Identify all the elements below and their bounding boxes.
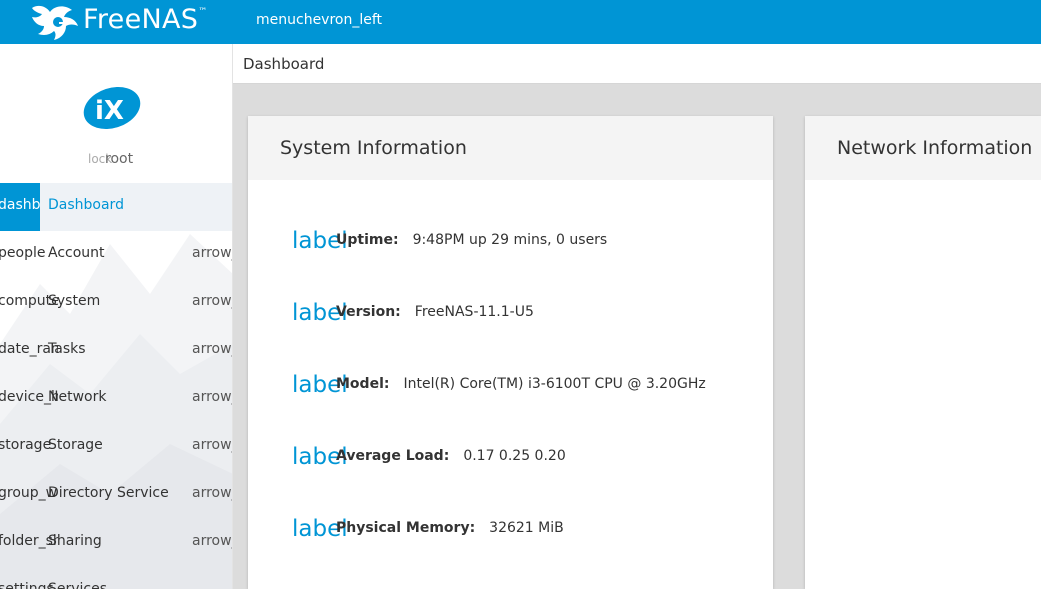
sidebar-item-storage[interactable]: storage Storage arrow_right [0, 423, 232, 471]
sidebar-nav: dashboard Dashboard people Account arrow… [0, 183, 232, 589]
arrow-right-icon: arrow_right [192, 293, 232, 309]
freenas-shark-logo-icon [32, 5, 78, 40]
info-value: Intel(R) Core(TM) i3-6100T CPU @ 3.20GHz [403, 376, 706, 392]
top-bar: FreeNAS™ menuchevron_left [0, 0, 1041, 44]
sidebar-item-directory-service[interactable]: group_work Directory Service arrow_right [0, 471, 232, 519]
sidebar-item-label: Storage [48, 437, 103, 453]
info-value: 9:48PM up 29 mins, 0 users [412, 232, 608, 248]
breadcrumb-current[interactable]: Dashboard [243, 55, 324, 73]
brand-name: FreeNAS™ [83, 4, 208, 35]
card-title: System Information [280, 137, 467, 159]
info-key: Uptime: 9:48PM up 29 mins, 0 users [336, 232, 608, 248]
dashboard-icon: dashboard [0, 197, 40, 213]
info-key: Physical Memory: 32621 MiB [336, 520, 564, 536]
info-key: Model: Intel(R) Core(TM) i3-6100T CPU @ 3… [336, 376, 706, 392]
svg-text:iX: iX [95, 96, 124, 126]
sidebar-item-label: Services [48, 581, 108, 589]
info-value: FreeNAS-11.1-U5 [414, 304, 534, 320]
system-information-card: System Information label Uptime: 9:48PM u… [248, 116, 773, 589]
sidebar: iX lock root dashboard Dashboard people … [0, 44, 233, 589]
info-value: 0.17 0.25 0.20 [463, 448, 566, 464]
sidebar-item-label: Account [48, 245, 105, 261]
sidebar-item-tasks[interactable]: date_range Tasks arrow_right [0, 327, 232, 375]
network-information-card: Network Information [805, 116, 1041, 589]
menu-toggle-button[interactable]: menuchevron_left [256, 12, 382, 28]
info-key: Average Load: 0.17 0.25 0.20 [336, 448, 566, 464]
info-row-uptime: label Uptime: 9:48PM up 29 mins, 0 users [248, 228, 772, 268]
sidebar-item-label: Network [48, 389, 107, 405]
sidebar-item-label: Tasks [48, 341, 86, 357]
sidebar-item-label: System [48, 293, 101, 309]
info-key: Version: FreeNAS-11.1-U5 [336, 304, 534, 320]
sidebar-item-dashboard[interactable]: dashboard Dashboard [0, 183, 232, 231]
dashboard-icon-box: dashboard [0, 183, 40, 231]
arrow-right-icon: arrow_right [192, 437, 232, 453]
info-row-version: label Version: FreeNAS-11.1-U5 [248, 300, 772, 340]
info-value: 32621 MiB [489, 520, 564, 536]
sidebar-item-sharing[interactable]: folder_shared Sharing arrow_right [0, 519, 232, 567]
info-row-average-load: label Average Load: 0.17 0.25 0.20 [248, 444, 772, 484]
sidebar-item-label: Directory Service [48, 485, 169, 501]
sidebar-item-system[interactable]: computer System arrow_right [0, 279, 232, 327]
sidebar-item-label: Sharing [48, 533, 102, 549]
sidebar-item-account[interactable]: people Account arrow_right [0, 231, 232, 279]
user-name: root [105, 151, 134, 167]
ix-systems-logo-icon: iX [83, 86, 141, 130]
arrow-right-icon: arrow_right [192, 245, 232, 261]
card-title: Network Information [837, 137, 1033, 159]
sidebar-item-label: Dashboard [48, 197, 124, 213]
arrow-right-icon: arrow_right [192, 485, 232, 501]
info-row-physical-memory: label Physical Memory: 32621 MiB [248, 516, 772, 556]
sidebar-item-services[interactable]: settings Services [0, 567, 232, 589]
breadcrumb: Dashboard [233, 44, 1041, 84]
sidebar-item-network[interactable]: device_hub Network arrow_right [0, 375, 232, 423]
info-row-model: label Model: Intel(R) Core(TM) i3-6100T C… [248, 372, 772, 412]
card-header: System Information [248, 116, 773, 180]
card-header: Network Information [805, 116, 1041, 180]
arrow-right-icon: arrow_right [192, 533, 232, 549]
user-profile: iX lock root [0, 44, 232, 183]
user-info[interactable]: lock root [88, 151, 168, 169]
brand[interactable]: FreeNAS™ [0, 0, 233, 44]
arrow-right-icon: arrow_right [192, 341, 232, 357]
arrow-right-icon: arrow_right [192, 389, 232, 405]
